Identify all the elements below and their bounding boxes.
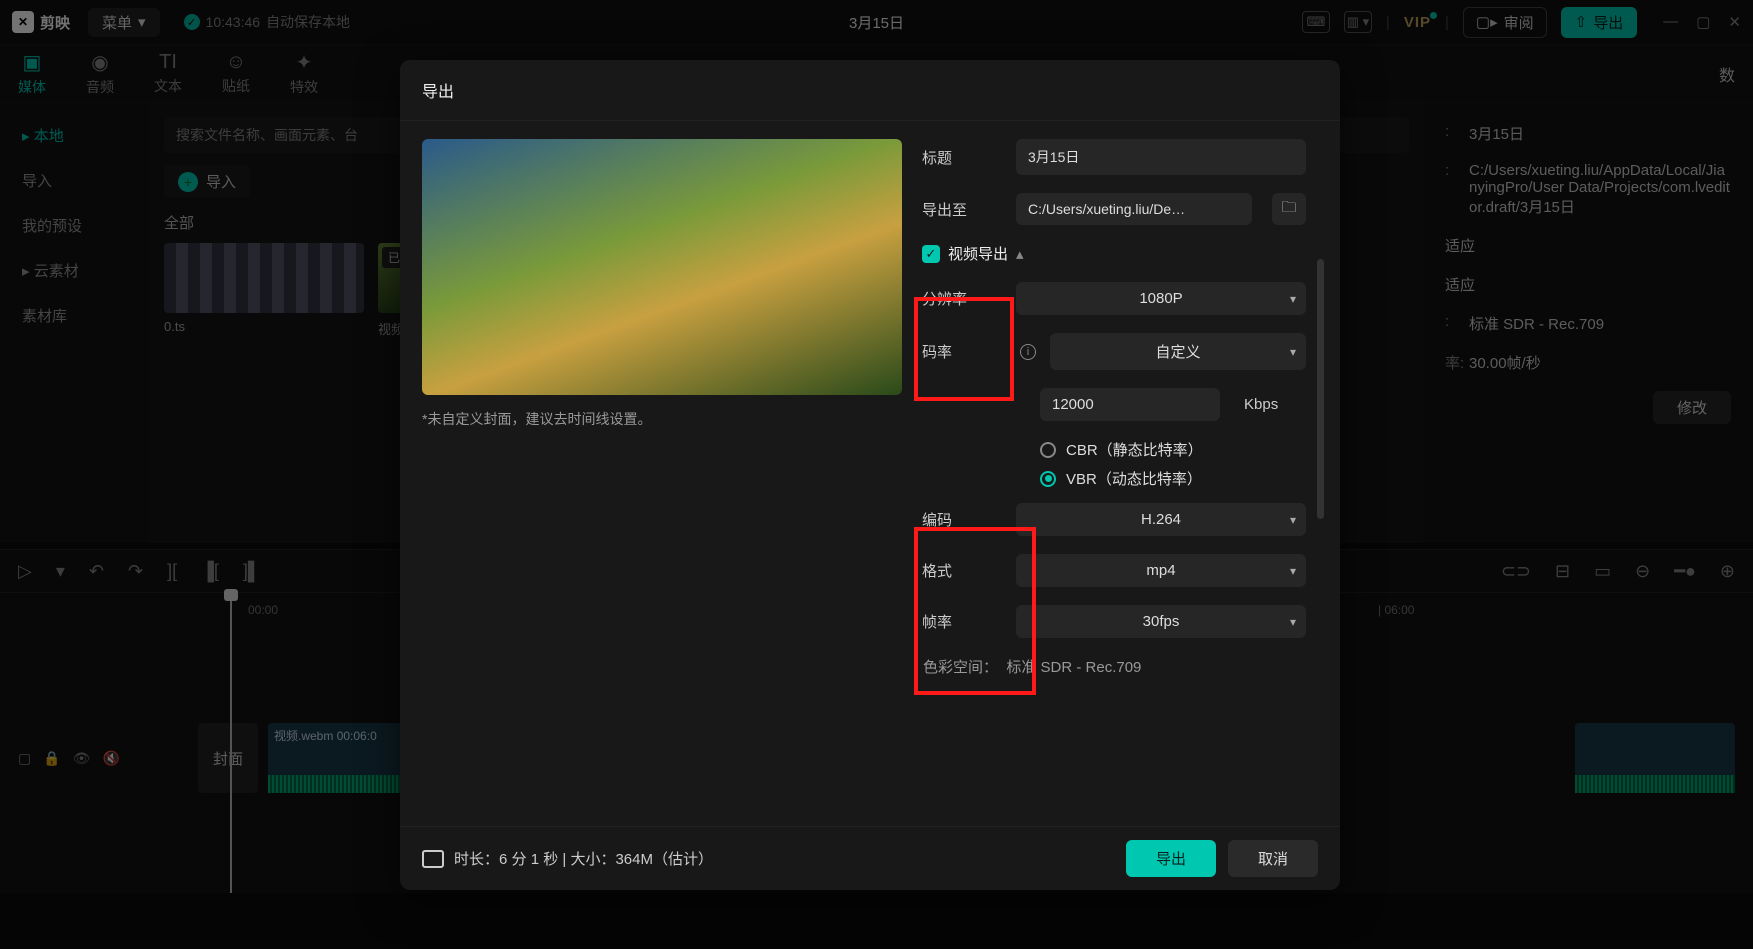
- dest-label: 导出至: [922, 199, 1002, 220]
- chevron-down-icon: ▾: [1290, 513, 1296, 527]
- dialog-footer: 时长：6 分 1 秒 | 大小：364M（估计） 导出 取消: [400, 826, 1340, 890]
- cancel-button[interactable]: 取消: [1228, 840, 1318, 877]
- bitrate-label: 码率: [922, 341, 1002, 362]
- info-icon[interactable]: i: [1020, 344, 1036, 360]
- bitrate-select[interactable]: 自定义▾: [1050, 333, 1306, 370]
- bitrate-input[interactable]: 12000: [1040, 388, 1220, 421]
- resolution-label: 分辨率: [922, 288, 1002, 309]
- film-icon: [422, 850, 444, 868]
- fps-select[interactable]: 30fps▾: [1016, 605, 1306, 638]
- bitrate-unit: Kbps: [1244, 396, 1278, 413]
- vbr-radio[interactable]: VBR（动态比特率）: [1040, 468, 1306, 489]
- format-select[interactable]: mp4▾: [1016, 554, 1306, 587]
- export-preview: [422, 139, 902, 395]
- export-dialog: 导出 *未自定义封面，建议去时间线设置。 标题 3月15日 导出至 C:/Use…: [400, 60, 1340, 890]
- chevron-down-icon: ▾: [1290, 345, 1296, 359]
- duration-text: 时长：6 分 1 秒 | 大小：364M（估计）: [454, 848, 713, 869]
- folder-icon[interactable]: 🗀: [1272, 193, 1306, 225]
- cbr-radio[interactable]: CBR（静态比特率）: [1040, 439, 1306, 460]
- export-confirm-button[interactable]: 导出: [1126, 840, 1216, 877]
- collapse-icon[interactable]: ▴: [1016, 245, 1024, 263]
- fps-label: 帧率: [922, 611, 1002, 632]
- dest-input[interactable]: C:/Users/xueting.liu/De…: [1016, 193, 1252, 225]
- chevron-down-icon: ▾: [1290, 615, 1296, 629]
- encode-label: 编码: [922, 509, 1002, 530]
- title-label: 标题: [922, 147, 1002, 168]
- title-input[interactable]: 3月15日: [1016, 139, 1306, 175]
- video-export-section[interactable]: ✓ 视频导出 ▴: [922, 243, 1306, 264]
- checkbox-icon[interactable]: ✓: [922, 245, 940, 263]
- colorspace-row: 色彩空间： 标准 SDR - Rec.709: [923, 656, 1306, 677]
- encode-select[interactable]: H.264▾: [1016, 503, 1306, 536]
- preview-note: *未自定义封面，建议去时间线设置。: [422, 409, 902, 429]
- resolution-select[interactable]: 1080P▾: [1016, 282, 1306, 315]
- chevron-down-icon: ▾: [1290, 292, 1296, 306]
- format-label: 格式: [922, 560, 1002, 581]
- scrollbar[interactable]: [1317, 259, 1324, 519]
- dialog-title: 导出: [400, 60, 1340, 121]
- chevron-down-icon: ▾: [1290, 564, 1296, 578]
